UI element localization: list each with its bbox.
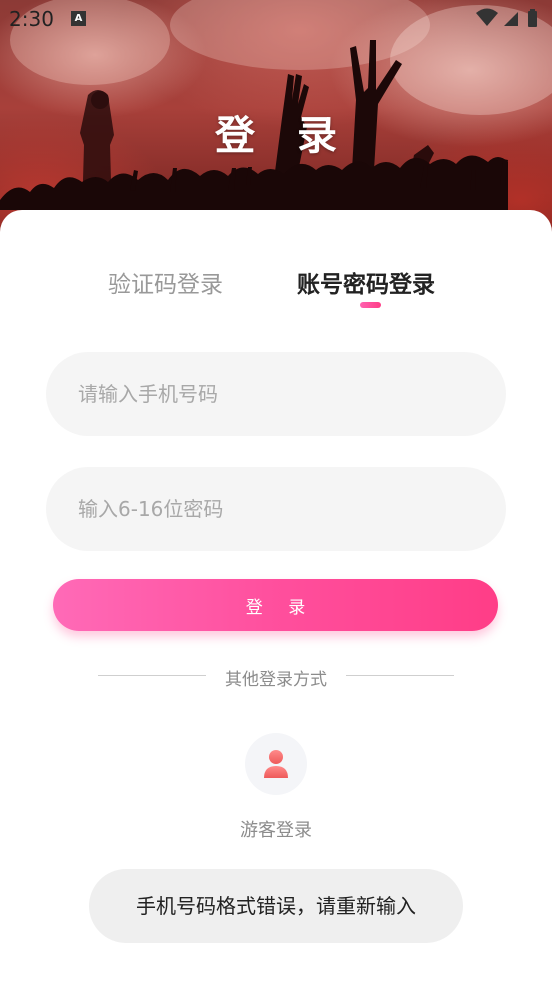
battery-icon: [528, 9, 537, 27]
other-login-label: 其他登录方式: [225, 670, 327, 690]
page-title: 登 录: [215, 113, 351, 159]
signal-icon: [504, 12, 518, 26]
phone-input[interactable]: [46, 352, 506, 436]
guest-login-button[interactable]: [245, 733, 307, 795]
guest-login-label[interactable]: 游客登录: [0, 816, 552, 842]
password-input[interactable]: [46, 467, 506, 551]
status-icons: [474, 8, 544, 32]
wifi-icon: [476, 8, 498, 26]
tab-sms-login[interactable]: 验证码登录: [108, 265, 223, 299]
login-card: 验证码登录 账号密码登录 登 录 其他登录方式 游客登录 手机号码格式错误，请重…: [0, 210, 552, 981]
header-banner: 登 录: [0, 0, 552, 240]
divider-right: [346, 675, 454, 676]
status-bar: 2:30 A: [0, 0, 552, 36]
tab-password-login[interactable]: 账号密码登录: [297, 265, 435, 299]
error-toast: 手机号码格式错误，请重新输入: [89, 869, 463, 943]
person-icon: [264, 750, 288, 778]
status-time: 2:30: [9, 7, 54, 31]
active-tab-indicator: [360, 302, 381, 308]
login-button[interactable]: 登 录: [53, 579, 498, 631]
notification-icon: A: [71, 11, 86, 26]
